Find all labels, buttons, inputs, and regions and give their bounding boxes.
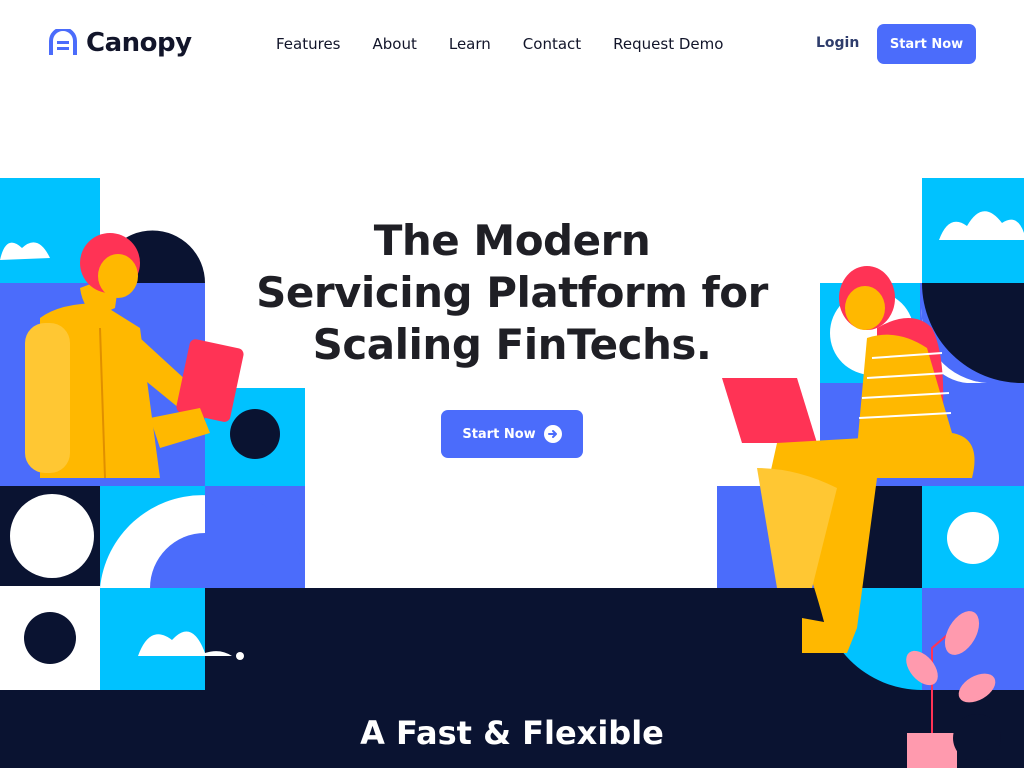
start-now-hero-label: Start Now <box>462 426 536 442</box>
nav-link-request-demo[interactable]: Request Demo <box>613 35 723 53</box>
login-link[interactable]: Login <box>816 35 859 51</box>
start-now-nav-button[interactable]: Start Now <box>877 24 976 64</box>
nav-link-features[interactable]: Features <box>276 35 341 53</box>
top-nav: Canopy Features About Learn Contact Requ… <box>0 0 1024 90</box>
brand-name: Canopy <box>86 28 192 58</box>
start-now-hero-button[interactable]: Start Now <box>441 410 583 458</box>
main-menu: Features About Learn Contact Request Dem… <box>276 35 723 53</box>
hero-title: The Modern Servicing Platform for Scalin… <box>212 215 812 371</box>
nav-link-about[interactable]: About <box>373 35 417 53</box>
hero-title-line-1: The Modern <box>373 216 651 265</box>
hero-title-line-3: Scaling FinTechs. <box>312 320 712 369</box>
brand-logo[interactable]: Canopy <box>48 28 192 58</box>
nav-link-contact[interactable]: Contact <box>523 35 581 53</box>
canopy-logo-icon <box>49 29 77 55</box>
nav-link-learn[interactable]: Learn <box>449 35 491 53</box>
hero-title-line-2: Servicing Platform for <box>256 268 768 317</box>
section-title: A Fast & Flexible <box>360 714 664 752</box>
arrow-right-circle-icon <box>543 425 562 443</box>
